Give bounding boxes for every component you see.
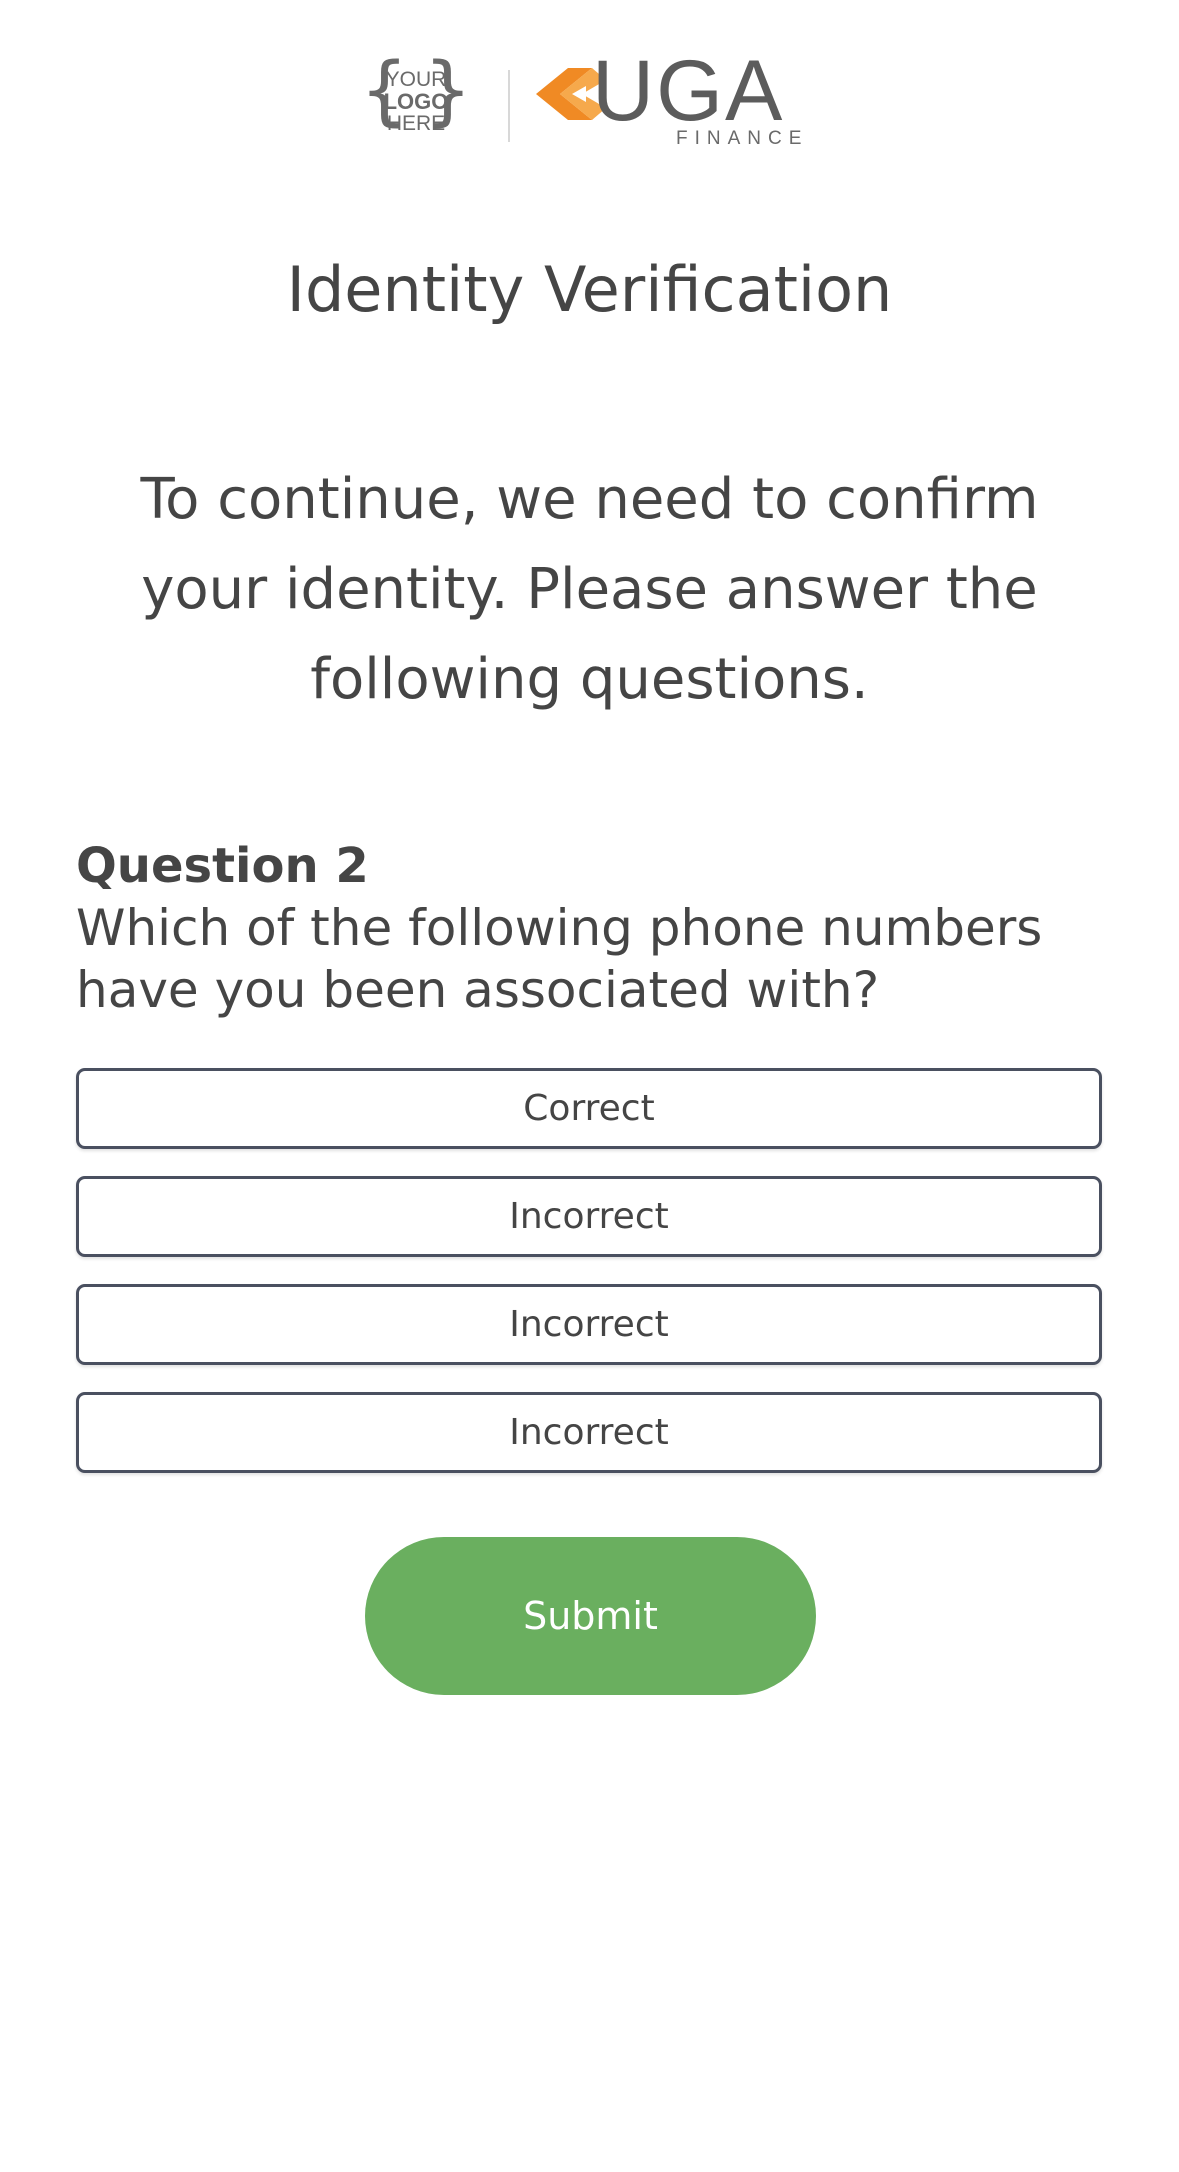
answer-option-2[interactable]: Incorrect: [76, 1176, 1102, 1257]
intro-text: To continue, we need to confirm your ide…: [140, 467, 1039, 712]
page-title: Identity Verification: [286, 253, 893, 326]
question-label: Question 2: [76, 838, 369, 894]
header-logos: { YOUR LOGO HERE } UGA FINANCE: [0, 48, 1179, 154]
uga-wordmark: UGA: [592, 43, 785, 139]
answer-option-4[interactable]: Incorrect: [76, 1392, 1102, 1473]
question-text: Which of the following phone numbers hav…: [76, 899, 1043, 1019]
logo-divider: [508, 70, 510, 142]
logo-placeholder-icon: { YOUR LOGO HERE }: [360, 52, 472, 144]
answer-option-3[interactable]: Incorrect: [76, 1284, 1102, 1365]
submit-button[interactable]: Submit: [365, 1537, 816, 1695]
uga-finance-logo-icon: UGA FINANCE: [532, 48, 832, 154]
answer-options: Correct Incorrect Incorrect Incorrect: [76, 1068, 1102, 1500]
uga-finance-subtitle: FINANCE: [676, 128, 809, 149]
answer-option-1[interactable]: Correct: [76, 1068, 1102, 1149]
right-brace-glyph: }: [423, 45, 472, 134]
